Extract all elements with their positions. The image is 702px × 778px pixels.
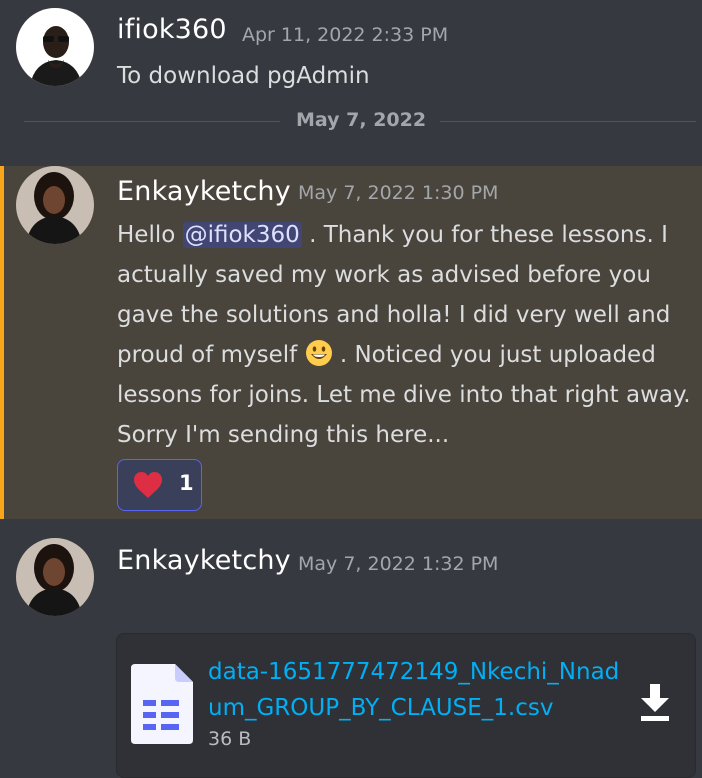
timestamp: May 7, 2022 1:30 PM bbox=[298, 182, 499, 204]
download-icon[interactable] bbox=[637, 682, 673, 722]
message-text-line: Sorry I'm sending this here... bbox=[117, 422, 450, 448]
message-text-line: gave the solutions and holla! I did very… bbox=[117, 302, 671, 328]
divider-date: May 7, 2022 bbox=[296, 109, 427, 131]
filename-line[interactable]: data-1651777472149_Nkechi_Nnad bbox=[208, 654, 619, 690]
reaction-heart[interactable]: 1 bbox=[117, 459, 202, 511]
attachment-size: 36 B bbox=[208, 728, 252, 750]
text-segment: . Noticed you just uploaded bbox=[332, 342, 656, 368]
text-segment: proud of myself bbox=[117, 342, 305, 368]
spreadsheet-file-icon bbox=[131, 664, 193, 744]
heart-icon bbox=[134, 472, 162, 498]
username[interactable]: Enkayketchy bbox=[117, 176, 291, 207]
avatar-enkayketchy-image bbox=[16, 538, 94, 616]
message-text-line: Hello @ifiok360 . Thank you for these le… bbox=[117, 215, 668, 255]
divider-line-right bbox=[440, 121, 696, 122]
divider-line-left bbox=[24, 121, 280, 122]
grinning-emoji-icon[interactable] bbox=[305, 339, 333, 367]
avatar[interactable] bbox=[16, 166, 94, 244]
message-text-line: lessons for joins. Let me dive into that… bbox=[117, 382, 691, 408]
username[interactable]: ifiok360 bbox=[117, 14, 227, 45]
text-segment: . Thank you for these lessons. I bbox=[301, 222, 668, 248]
message-text: To download pgAdmin bbox=[117, 63, 370, 89]
avatar[interactable] bbox=[16, 8, 94, 86]
message-text-line: proud of myself . Noticed you just uploa… bbox=[117, 335, 656, 375]
user-mention[interactable]: @ifiok360 bbox=[182, 222, 302, 248]
avatar-ifiok360-image bbox=[16, 8, 94, 86]
username[interactable]: Enkayketchy bbox=[117, 545, 291, 576]
message-enkayketchy-1: Enkayketchy May 7, 2022 1:30 PM Hello @i… bbox=[0, 166, 702, 519]
filename-line[interactable]: um_GROUP_BY_CLAUSE_1.csv bbox=[208, 690, 619, 726]
timestamp: Apr 11, 2022 2:33 PM bbox=[242, 24, 449, 46]
reaction-count: 1 bbox=[179, 471, 194, 495]
avatar-enkayketchy-image bbox=[16, 166, 94, 244]
text-segment: Hello bbox=[117, 222, 183, 248]
timestamp: May 7, 2022 1:32 PM bbox=[298, 553, 499, 575]
message-text-line: actually saved my work as advised before… bbox=[117, 262, 651, 288]
attachment-filename-link[interactable]: data-1651777472149_Nkechi_Nnad um_GROUP_… bbox=[208, 654, 619, 726]
avatar[interactable] bbox=[16, 538, 94, 616]
message-ifiok360: ifiok360 Apr 11, 2022 2:33 PM To downloa… bbox=[0, 0, 702, 100]
file-attachment[interactable]: data-1651777472149_Nkechi_Nnad um_GROUP_… bbox=[116, 633, 696, 778]
